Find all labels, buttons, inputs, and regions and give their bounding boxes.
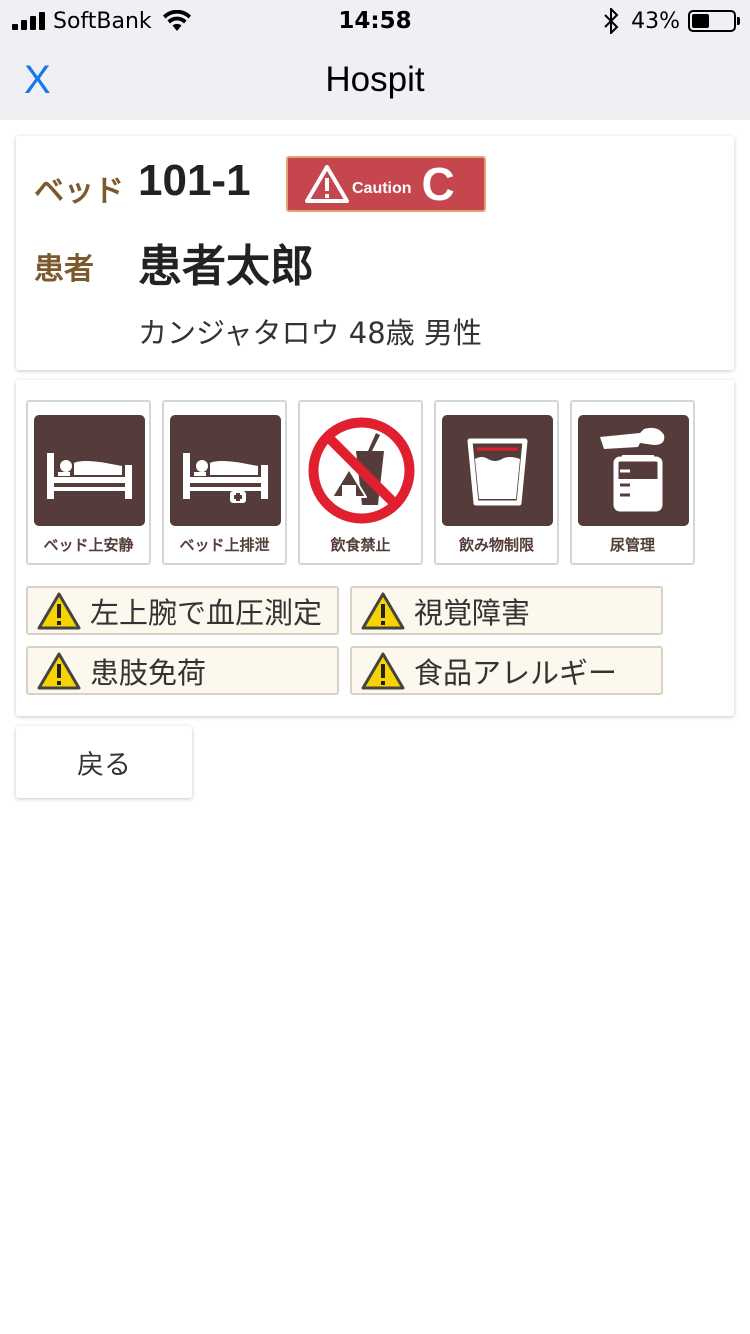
bed-number: 101-1 bbox=[138, 156, 251, 205]
care-tile-urine-management[interactable]: 尿管理 bbox=[570, 400, 695, 565]
warning-icon bbox=[37, 652, 81, 689]
care-tile-label: ベッド上排泄 bbox=[179, 536, 270, 554]
bed-label: ベッド bbox=[34, 174, 124, 209]
patient-card: ベッド 101-1 Caution C 患者 患者太郎 カンジャタロウ 48歳 … bbox=[16, 136, 734, 370]
no-eating-drinking-icon bbox=[306, 415, 417, 526]
warning-text: 視覚障害 bbox=[414, 595, 531, 630]
warning-item: 視覚障害 bbox=[350, 586, 663, 635]
battery-icon bbox=[688, 10, 740, 32]
caution-text: Caution bbox=[352, 180, 412, 197]
warning-icon bbox=[361, 592, 405, 629]
nav-bar: X Hospit bbox=[0, 40, 750, 120]
urine-management-icon bbox=[578, 415, 689, 526]
care-tile-label: 飲食禁止 bbox=[330, 536, 391, 554]
care-tile-fluid-restriction[interactable]: 飲み物制限 bbox=[434, 400, 559, 565]
care-card: ベッド上安静 ベッド上排泄 飲食禁止 飲み物制限 尿管理 左上腕で血圧測定 視覚… bbox=[16, 380, 734, 716]
fluid-restriction-icon bbox=[442, 415, 553, 526]
care-tile-bed-rest[interactable]: ベッド上安静 bbox=[26, 400, 151, 565]
page-title: Hospit bbox=[325, 60, 425, 99]
status-bar: SoftBank 14:58 43% bbox=[0, 0, 750, 40]
patient-kana-age-sex: カンジャタロウ 48歳 男性 bbox=[138, 316, 482, 350]
caution-badge: Caution C bbox=[286, 156, 486, 212]
warning-icon bbox=[37, 592, 81, 629]
warning-text: 患肢免荷 bbox=[90, 655, 207, 690]
patient-label: 患者 bbox=[34, 252, 94, 287]
care-tile-label: 尿管理 bbox=[609, 536, 655, 554]
care-tile-label: 飲み物制限 bbox=[458, 536, 534, 554]
bed-excretion-icon bbox=[170, 415, 281, 526]
warning-item: 患肢免荷 bbox=[26, 646, 339, 695]
warning-icon bbox=[361, 652, 405, 689]
bluetooth-icon bbox=[604, 8, 619, 34]
care-tile-no-eating-drinking[interactable]: 飲食禁止 bbox=[298, 400, 423, 565]
warning-triangle-icon bbox=[305, 165, 349, 203]
battery-percent: 43% bbox=[631, 8, 680, 34]
bed-rest-icon bbox=[34, 415, 145, 526]
warning-text: 食品アレルギー bbox=[414, 655, 618, 690]
warning-text: 左上腕で血圧測定 bbox=[90, 595, 323, 630]
patient-name: 患者太郎 bbox=[138, 241, 314, 292]
warning-item: 左上腕で血圧測定 bbox=[26, 586, 339, 635]
back-button[interactable]: 戻る bbox=[16, 726, 192, 798]
care-tile-label: ベッド上安静 bbox=[43, 536, 134, 554]
warning-item: 食品アレルギー bbox=[350, 646, 663, 695]
caution-level: C bbox=[421, 158, 455, 210]
care-tile-bed-excretion[interactable]: ベッド上排泄 bbox=[162, 400, 287, 565]
